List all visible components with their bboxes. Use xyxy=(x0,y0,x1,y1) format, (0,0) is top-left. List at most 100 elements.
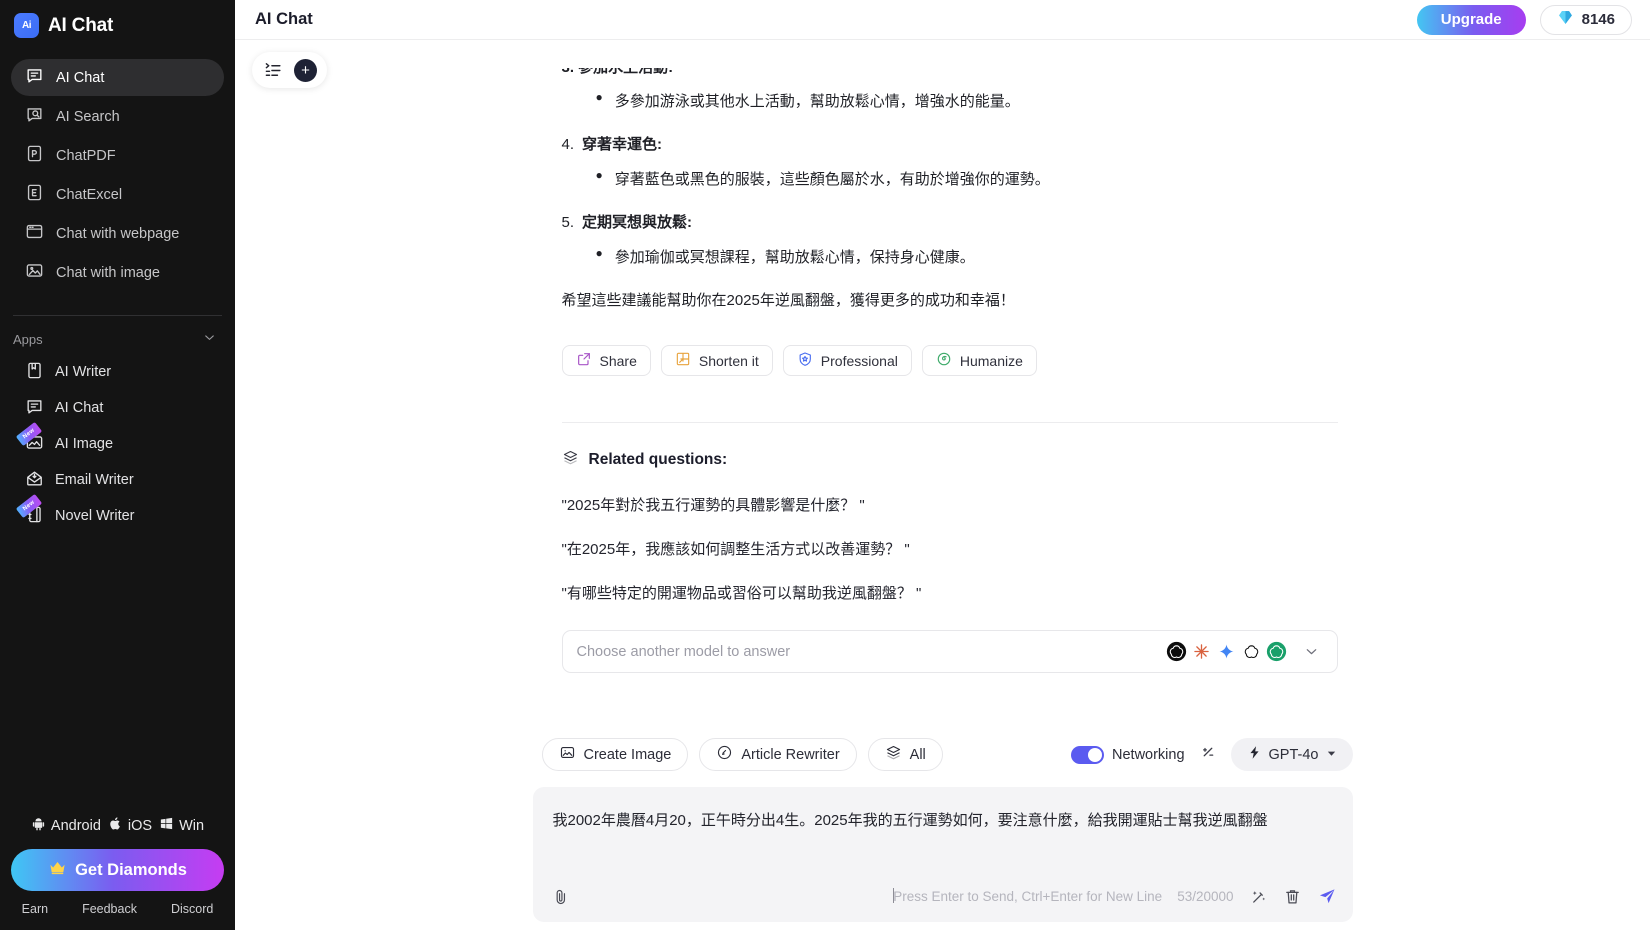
app-item-ai-image[interactable]: New AI Image xyxy=(11,421,224,462)
openai-white-icon[interactable] xyxy=(1240,640,1263,663)
related-question-1[interactable]: "2025年對於我五行運勢的具體影響是什麼？ " xyxy=(562,494,1338,515)
bullet-dot: ● xyxy=(595,168,603,182)
sidebar-item-chatpdf[interactable]: ChatPDF xyxy=(11,137,224,174)
paperclip-icon[interactable] xyxy=(551,887,570,906)
apps-label: Apps xyxy=(13,331,43,347)
magic-wand-icon[interactable] xyxy=(1249,887,1268,906)
shorten-icon xyxy=(675,351,691,370)
android-icon xyxy=(31,816,46,835)
brand[interactable]: Ai AI Chat xyxy=(0,0,235,51)
sidebar-item-ai-chat[interactable]: AI Chat xyxy=(11,59,224,96)
apps-list: AI Writer AI Chat New AI Image Email Wri… xyxy=(0,354,235,534)
create-image-button[interactable]: Create Image xyxy=(541,738,689,771)
share-button[interactable]: Share xyxy=(561,345,651,376)
diamond-balance[interactable]: 8146 xyxy=(1539,4,1632,35)
clipped-text: 3. 參加水上活動: xyxy=(562,68,674,77)
toggle-knob xyxy=(1088,747,1102,762)
conversation: 3. 參加水上活動: ● 多參加游泳或其他水上活動，幫助放鬆心情，增強水的能量。… xyxy=(548,40,1338,673)
action-label: Share xyxy=(599,352,637,369)
footer-link-earn[interactable]: Earn xyxy=(5,902,65,916)
app-item-label: AI Chat xyxy=(55,400,104,416)
composer-right-tools: Networking GPT-4o xyxy=(1071,738,1353,771)
networking-toggle[interactable] xyxy=(1071,745,1104,764)
get-diamonds-button[interactable]: Get Diamonds xyxy=(11,849,224,891)
pdf-file-icon xyxy=(25,144,44,167)
networking-toggle-group[interactable]: Networking xyxy=(1071,745,1185,764)
upgrade-button[interactable]: Upgrade xyxy=(1416,4,1526,35)
sidebar-item-label: ChatPDF xyxy=(56,147,116,164)
sidebar-item-label: AI Search xyxy=(56,108,120,125)
related-questions-title: Related questions: xyxy=(588,451,728,468)
get-diamonds-label: Get Diamonds xyxy=(75,860,187,879)
trash-icon[interactable] xyxy=(1283,887,1302,906)
list-view-icon[interactable] xyxy=(262,59,284,81)
platform-win[interactable]: Win xyxy=(159,816,204,835)
platform-android[interactable]: Android xyxy=(31,816,101,835)
all-tools-button[interactable]: All xyxy=(867,738,943,771)
percent-icon[interactable] xyxy=(1199,743,1217,766)
message-input-area[interactable]: 我2002年農曆4月20，正午時分出4生。2025年我的五行運勢如何，要注意什麼… xyxy=(532,787,1353,922)
item-heading: 定期冥想與放鬆: xyxy=(582,213,693,231)
sidebar-item-chat-with-webpage[interactable]: Chat with webpage xyxy=(11,215,224,252)
closing-paragraph: 希望這些建議能幫助你在2025年逆風翻盤，獲得更多的成功和幸福！ xyxy=(561,291,1015,309)
rewrite-icon xyxy=(716,744,733,765)
article-rewriter-button[interactable]: Article Rewriter xyxy=(699,738,857,771)
apps-section-header[interactable]: Apps xyxy=(0,316,235,354)
platform-links: Android iOS Win xyxy=(11,804,224,849)
app-item-label: AI Image xyxy=(55,436,114,452)
item-heading: 穿著幸運色: xyxy=(582,135,663,153)
composer-toolbar: Create Image Article Rewriter All Networ… xyxy=(533,738,1353,787)
bullet-text: 穿著藍色或黑色的服裝，這些顏色屬於水，有助於增強你的運勢。 xyxy=(614,171,1050,188)
sidebar-item-chat-with-image[interactable]: Chat with image xyxy=(11,254,224,291)
conversation-scroll[interactable]: 3. 參加水上活動: ● 多參加游泳或其他水上活動，幫助放鬆心情，增強水的能量。… xyxy=(235,40,1650,738)
app-item-email-writer[interactable]: Email Writer xyxy=(11,462,224,498)
sidebar-item-chatexcel[interactable]: ChatExcel xyxy=(11,176,224,213)
send-hint: Press Enter to Send, Ctrl+Enter for New … xyxy=(893,888,1162,904)
app-item-ai-writer[interactable]: AI Writer xyxy=(11,354,224,390)
app-item-novel-writer[interactable]: New Novel Writer xyxy=(11,493,224,534)
app-logo-text: Ai xyxy=(22,20,32,31)
platform-ios[interactable]: iOS xyxy=(108,816,152,835)
footer-link-discord[interactable]: Discord xyxy=(154,902,230,916)
choose-model-bar[interactable]: Choose another model to answer xyxy=(561,630,1338,673)
claude-icon[interactable] xyxy=(1190,640,1213,663)
chat-bubble-icon xyxy=(25,397,44,420)
shield-star-icon xyxy=(797,351,813,370)
main-panel: AI Chat Upgrade 8146 + ● 多參加游泳或其他水上活動，幫助… xyxy=(235,0,1650,930)
sidebar-item-label: AI Chat xyxy=(56,69,105,86)
topbar: AI Chat Upgrade 8146 xyxy=(235,0,1650,40)
envelope-icon xyxy=(25,469,44,492)
input-footer-right: Press Enter to Send, Ctrl+Enter for New … xyxy=(893,886,1336,906)
excel-file-icon xyxy=(25,183,44,206)
model-selector[interactable]: GPT-4o xyxy=(1230,738,1353,771)
action-label: Shorten it xyxy=(698,352,759,369)
sidebar: Ai AI Chat AI Chat AI Search ChatPDF Cha… xyxy=(0,0,235,930)
plus-icon[interactable]: + xyxy=(294,58,317,82)
crown-icon xyxy=(48,858,67,882)
model-label: GPT-4o xyxy=(1268,746,1319,763)
send-icon[interactable] xyxy=(1317,886,1337,906)
item-number: 4. xyxy=(561,135,575,153)
professional-button[interactable]: Professional xyxy=(782,345,912,376)
chevron-down-icon[interactable] xyxy=(202,330,217,348)
layers-icon xyxy=(885,744,902,765)
app-item-label: Novel Writer xyxy=(55,508,135,524)
footer-link-feedback[interactable]: Feedback xyxy=(65,902,154,916)
gemini-icon[interactable] xyxy=(1215,640,1238,663)
sidebar-item-ai-search[interactable]: AI Search xyxy=(11,98,224,135)
shorten-it-button[interactable]: Shorten it xyxy=(660,345,773,376)
related-question-2[interactable]: "在2025年，我應該如何調整生活方式以改善運勢？ " xyxy=(562,538,1338,559)
image-icon xyxy=(559,744,576,765)
message-input-value[interactable]: 我2002年農曆4月20，正午時分出4生。2025年我的五行運勢如何，要注意什麼… xyxy=(553,809,1333,833)
platform-label: Android xyxy=(50,817,101,834)
openai-black-icon[interactable] xyxy=(1165,640,1188,663)
networking-label: Networking xyxy=(1112,746,1185,763)
humanize-button[interactable]: Humanize xyxy=(921,345,1037,376)
tool-label: All xyxy=(909,746,926,763)
openai-green-icon[interactable] xyxy=(1265,640,1288,663)
chevron-down-icon[interactable] xyxy=(1300,640,1323,663)
app-item-ai-chat[interactable]: AI Chat xyxy=(11,390,224,426)
related-question-3[interactable]: "有哪些特定的開運物品或習俗可以幫助我逆風翻盤？ " xyxy=(562,582,1338,603)
model-avatars xyxy=(1165,640,1323,663)
app-logo-icon: Ai xyxy=(14,13,39,38)
